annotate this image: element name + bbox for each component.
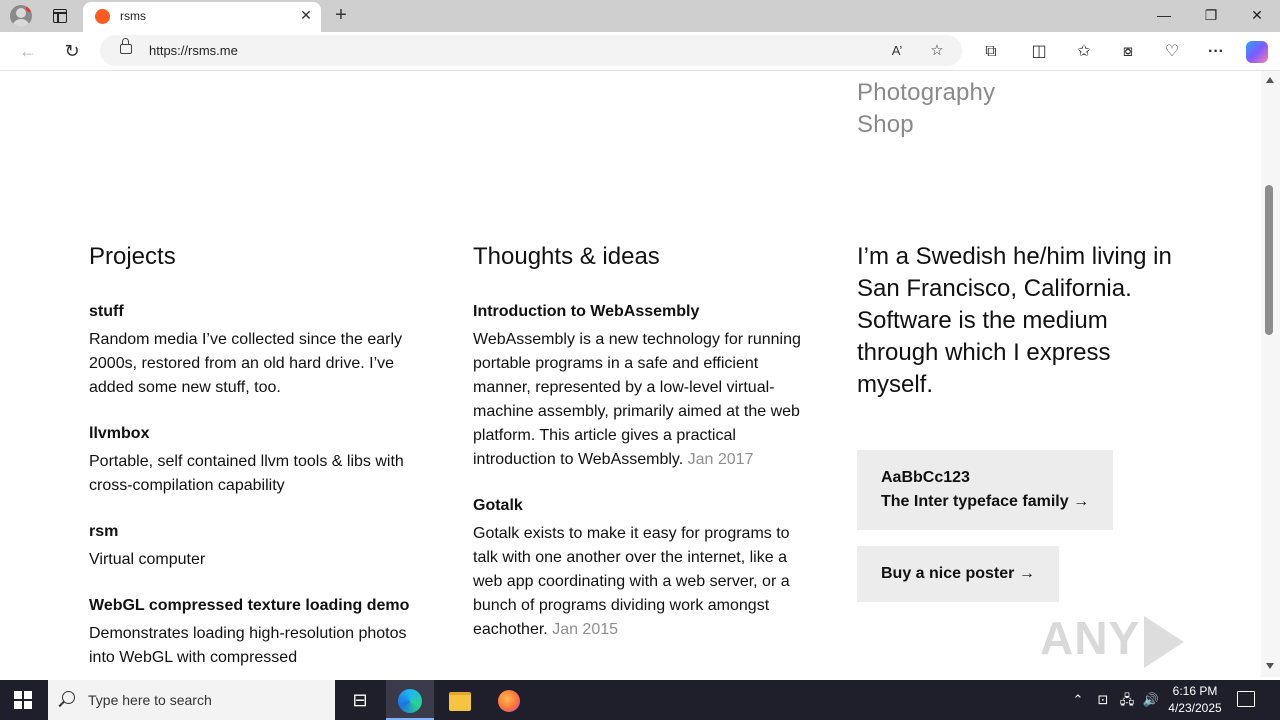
project-title-link[interactable]: stuff [89,300,419,324]
windows-start-icon[interactable] [14,691,32,709]
about-column: I’m a Swedish he/him living in San Franc… [857,241,1187,602]
copilot-icon[interactable] [1246,41,1268,63]
article-description: WebAssembly is a new technology for runn… [473,328,803,472]
browser-toolbar: ← ↻ https://rsms.me A’ ☆ ⧉ ◫ ✩ ⧇ ♡ ··· [0,32,1280,71]
scrollbar-thumb[interactable] [1265,185,1273,335]
page-viewport: ​ Photography Shop Projects stuff Random… [4,71,1261,677]
minimize-button[interactable]: — [1141,4,1187,26]
article-summary: WebAssembly is a new technology for runn… [473,331,801,468]
project-description: Virtual computer [89,551,206,568]
site-nav: ​ Photography Shop [857,71,995,141]
project-item: WebGL compressed texture loading demo De… [89,594,419,670]
show-hidden-icons-icon[interactable]: ⌃ [1068,680,1088,720]
project-title-link[interactable]: WebGL compressed texture loading demo [89,594,419,618]
article-item: Gotalk Gotalk exists to make it easy for… [473,494,803,642]
lock-icon[interactable] [120,38,132,54]
project-item: llvmbox Portable, self contained llvm to… [89,422,419,498]
performance-icon[interactable]: ♡ [1160,40,1184,64]
favorites-icon[interactable]: ✩ [1072,40,1096,64]
task-view-icon[interactable]: ⊟ [336,680,384,720]
tab-actions-icon[interactable] [53,9,67,23]
article-item: Introduction to WebAssembly WebAssembly … [473,300,803,472]
new-tab-button[interactable]: + [330,4,352,26]
article-date: Jan 2015 [552,621,619,638]
nav-link-shop[interactable]: Shop [857,109,995,141]
volume-icon[interactable]: 🔊 [1141,680,1161,720]
file-explorer-icon[interactable] [436,680,484,720]
taskbar-search-box[interactable]: Type here to search [48,680,335,720]
add-favorite-icon[interactable]: ☆ [926,40,948,62]
search-icon [62,691,75,704]
clock-time: 6:16 PM [1172,684,1218,698]
windows-taskbar: Type here to search ⊟ ⌃ ⊡ 🖧 🔊 6:16 PM 4/… [0,680,1280,720]
reload-button[interactable]: ↻ [60,39,84,63]
nav-link-photography[interactable]: Photography [857,77,995,109]
thoughts-heading: Thoughts & ideas [473,243,660,270]
vertical-scrollbar[interactable] [1261,71,1280,677]
project-item: rsm Virtual computer [89,520,419,572]
anyrun-watermark: ANY RUN [1040,611,1261,677]
close-tab-icon[interactable]: ✕ [298,7,314,24]
browser-tab[interactable]: rsms ✕ [83,2,321,32]
article-date: Jan 2017 [687,451,754,468]
scroll-down-arrow-icon[interactable] [1266,663,1274,669]
buy-poster-link[interactable]: Buy a nice poster → [857,546,1059,602]
projects-heading: Projects [89,243,176,270]
project-description: Demonstrates loading high-resolution pho… [89,625,407,666]
clock-date: 4/23/2025 [1168,701,1222,715]
thoughts-column: Thoughts & ideas Introduction to WebAsse… [473,241,803,664]
read-aloud-icon[interactable]: A’ [886,40,908,62]
back-button[interactable]: ← [16,39,40,63]
firefox-icon[interactable] [485,680,533,720]
project-item: stuff Random media I’ve collected since … [89,300,419,400]
poster-link-label: Buy a nice poster → [881,565,1035,582]
address-bar[interactable]: https://rsms.me A’ ☆ [100,35,962,66]
collections-icon[interactable]: ⧇ [1116,40,1140,64]
notifications-icon[interactable] [1237,691,1255,707]
edge-browser-icon[interactable] [386,680,434,720]
extensions-icon[interactable]: ⧉ [979,40,1003,64]
scroll-up-arrow-icon[interactable] [1266,77,1274,83]
project-description: Portable, self contained llvm tools & li… [89,453,404,494]
inter-specimen: AaBbCc123 [881,469,970,486]
taskbar-clock[interactable]: 6:16 PM 4/23/2025 [1162,683,1228,717]
profile-avatar-icon[interactable] [10,5,32,27]
inter-link-label: The Inter typeface family → [881,493,1090,510]
browser-tab-bar: rsms ✕ + — ❐ ✕ [0,0,1280,32]
split-screen-icon[interactable]: ◫ [1027,40,1051,64]
project-description: Random media I’ve collected since the ea… [89,331,403,396]
address-url[interactable]: https://rsms.me [149,43,238,58]
site-favicon-icon [95,9,110,24]
network-icon[interactable]: 🖧 [1117,680,1137,720]
window-close-button[interactable]: ✕ [1234,4,1280,26]
restore-button[interactable]: ❐ [1188,4,1234,26]
taskbar-search-placeholder: Type here to search [88,692,212,708]
tray-device-icon[interactable]: ⊡ [1094,680,1112,720]
more-options-icon[interactable]: ··· [1204,40,1228,64]
project-title-link[interactable]: llvmbox [89,422,419,446]
article-summary: Gotalk exists to make it easy for progra… [473,525,790,638]
watermark-right-text: RUN [1040,669,1143,677]
play-logo-icon [1144,615,1185,668]
about-text: I’m a Swedish he/him living in San Franc… [857,243,1172,398]
article-description: Gotalk exists to make it easy for progra… [473,522,803,642]
project-title-link[interactable]: rsm [89,520,419,544]
tab-title: rsms [120,9,146,23]
inter-typeface-link[interactable]: AaBbCc123 The Inter typeface family → [857,450,1114,530]
article-title-link[interactable]: Gotalk [473,494,803,518]
article-title-link[interactable]: Introduction to WebAssembly [473,300,803,324]
watermark-left-text: ANY [1040,612,1141,664]
projects-column: Projects stuff Random media I’ve collect… [89,241,419,677]
